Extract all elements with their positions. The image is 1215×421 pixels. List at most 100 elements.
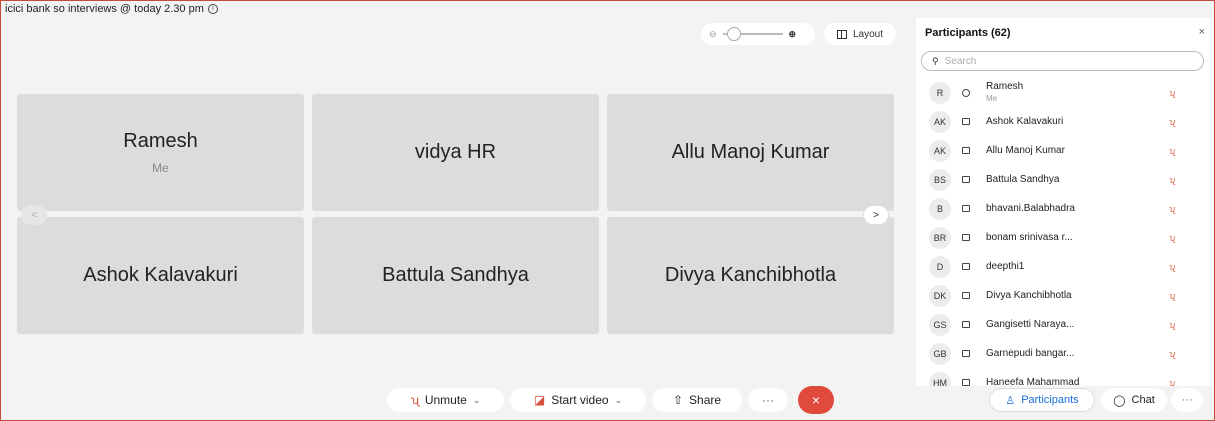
avatar: R bbox=[929, 81, 951, 104]
participant-row[interactable]: BR bonam srinivasa r... ʯ bbox=[916, 223, 1213, 252]
participants-panel-title: Participants (62) bbox=[925, 27, 1011, 39]
phone-icon bbox=[962, 263, 970, 270]
tile-name: Ramesh bbox=[123, 130, 198, 152]
phone-icon bbox=[962, 205, 970, 212]
participant-row[interactable]: GS Gangisetti Naraya... ʯ bbox=[916, 310, 1213, 339]
meeting-window: icici bank so interviews @ today 2.30 pm… bbox=[0, 0, 1215, 421]
chat-button-label: Chat bbox=[1131, 394, 1155, 406]
share-button[interactable]: ⇧ Share bbox=[652, 388, 742, 412]
layout-button-label: Layout bbox=[852, 28, 884, 40]
participant-name: Divya Kanchibhotla bbox=[986, 290, 1072, 301]
participant-row[interactable]: HM Haneefa Mahammad ʯ bbox=[916, 368, 1213, 386]
avatar: GS bbox=[929, 313, 951, 336]
zoom-control[interactable]: ⊖ ⊕ bbox=[701, 23, 815, 45]
muted-mic-icon: ʯ bbox=[1169, 87, 1175, 98]
chat-button[interactable]: ◯ Chat bbox=[1101, 388, 1167, 412]
phone-icon bbox=[962, 292, 970, 299]
share-label: Share bbox=[689, 393, 722, 407]
participant-search[interactable]: ⚲ bbox=[921, 51, 1204, 71]
participant-subtitle: Me bbox=[986, 94, 998, 103]
video-tile[interactable]: Divya Kanchibhotla bbox=[607, 217, 894, 334]
participant-row[interactable]: R Ramesh Me ʯ bbox=[916, 78, 1213, 107]
participant-name: Ashok Kalavakuri bbox=[986, 116, 1064, 127]
avatar: AK bbox=[929, 139, 951, 162]
muted-mic-icon: ʯ bbox=[1169, 145, 1175, 156]
chat-bubble-icon: ◯ bbox=[1113, 394, 1126, 407]
participants-button-label: Participants bbox=[1021, 394, 1079, 406]
tile-name: Ashok Kalavakuri bbox=[83, 264, 238, 286]
unmute-label: Unmute bbox=[424, 393, 467, 407]
muted-mic-icon: ʯ bbox=[1169, 174, 1175, 185]
previous-page-button[interactable]: < bbox=[21, 205, 47, 225]
unmute-button[interactable]: ʯ Unmute ⌄ bbox=[387, 388, 504, 412]
participant-row[interactable]: DK Divya Kanchibhotla ʯ bbox=[916, 281, 1213, 310]
search-icon: ⚲ bbox=[932, 55, 939, 66]
start-video-button[interactable]: ◪ Start video ⌄ bbox=[510, 388, 646, 412]
tile-name: Battula Sandhya bbox=[382, 264, 529, 286]
participant-name: deepthi1 bbox=[986, 261, 1025, 272]
video-tile[interactable]: Ramesh Me bbox=[17, 94, 304, 211]
muted-mic-icon: ʯ bbox=[1169, 261, 1175, 272]
overflow-menu-button[interactable]: ··· bbox=[1171, 388, 1203, 412]
start-video-label: Start video bbox=[551, 393, 609, 407]
zoom-in-icon[interactable]: ⊕ bbox=[789, 29, 797, 40]
video-tile[interactable]: Battula Sandhya bbox=[312, 217, 599, 334]
video-tile[interactable]: Ashok Kalavakuri bbox=[17, 217, 304, 334]
participant-name: bonam srinivasa r... bbox=[986, 232, 1073, 243]
participant-row[interactable]: AK Ashok Kalavakuri ʯ bbox=[916, 107, 1213, 136]
participant-name: Ramesh bbox=[986, 81, 1024, 92]
search-input[interactable] bbox=[944, 55, 1185, 67]
more-icon: ··· bbox=[1181, 394, 1193, 406]
avatar: HM bbox=[929, 371, 951, 386]
next-page-button[interactable]: > bbox=[863, 205, 889, 225]
close-icon: × bbox=[811, 392, 821, 408]
share-icon: ⇧ bbox=[672, 393, 684, 407]
close-icon[interactable]: × bbox=[1199, 26, 1205, 38]
avatar: BR bbox=[929, 226, 951, 249]
zoom-out-icon[interactable]: ⊖ bbox=[709, 29, 717, 40]
phone-icon bbox=[962, 234, 970, 241]
participant-name: Battula Sandhya bbox=[986, 174, 1060, 185]
muted-mic-icon: ʯ bbox=[1169, 203, 1175, 214]
phone-icon bbox=[962, 321, 970, 328]
avatar: DK bbox=[929, 284, 951, 307]
more-icon: ··· bbox=[762, 393, 774, 407]
participant-row[interactable]: BS Battula Sandhya ʯ bbox=[916, 165, 1213, 194]
end-call-button[interactable]: × bbox=[798, 386, 834, 414]
info-icon[interactable]: i bbox=[207, 4, 218, 14]
person-icon: ♙ bbox=[1005, 394, 1016, 407]
participant-row[interactable]: GB Garnepudi bangar... ʯ bbox=[916, 339, 1213, 368]
grid-layout-icon bbox=[836, 29, 847, 39]
avatar: BS bbox=[929, 168, 951, 191]
headset-icon bbox=[962, 88, 970, 97]
participant-name: Garnepudi bangar... bbox=[986, 348, 1075, 359]
phone-icon bbox=[962, 350, 970, 357]
zoom-slider[interactable] bbox=[722, 27, 783, 41]
phone-icon bbox=[962, 147, 970, 154]
video-tile[interactable]: vidya HR bbox=[312, 94, 599, 211]
avatar: D bbox=[929, 255, 951, 278]
avatar: B bbox=[929, 197, 951, 220]
muted-mic-icon: ʯ bbox=[410, 393, 419, 407]
layout-button[interactable]: Layout bbox=[824, 23, 896, 45]
meeting-title: icici bank so interviews @ today 2.30 pm… bbox=[5, 3, 218, 15]
phone-icon bbox=[962, 176, 970, 183]
participants-button[interactable]: ♙ Participants bbox=[989, 388, 1095, 412]
participant-name: bhavani.Balabhadra bbox=[986, 203, 1075, 214]
avatar: GB bbox=[929, 342, 951, 365]
muted-mic-icon: ʯ bbox=[1169, 377, 1175, 387]
more-options-button[interactable]: ··· bbox=[748, 388, 788, 412]
chevron-down-icon[interactable]: ⌄ bbox=[473, 395, 481, 406]
video-off-icon: ◪ bbox=[533, 393, 546, 407]
zoom-slider-knob[interactable] bbox=[726, 27, 741, 41]
participant-name: Haneefa Mahammad bbox=[986, 377, 1080, 386]
video-tile[interactable]: Allu Manoj Kumar bbox=[607, 94, 894, 211]
muted-mic-icon: ʯ bbox=[1169, 232, 1175, 243]
participant-row[interactable]: B bhavani.Balabhadra ʯ bbox=[916, 194, 1213, 223]
chevron-down-icon[interactable]: ⌄ bbox=[615, 395, 623, 406]
muted-mic-icon: ʯ bbox=[1169, 348, 1175, 359]
tile-subtitle: Me bbox=[152, 161, 169, 175]
participant-row[interactable]: D deepthi1 ʯ bbox=[916, 252, 1213, 281]
participant-row[interactable]: AK Allu Manoj Kumar ʯ bbox=[916, 136, 1213, 165]
muted-mic-icon: ʯ bbox=[1169, 116, 1175, 127]
